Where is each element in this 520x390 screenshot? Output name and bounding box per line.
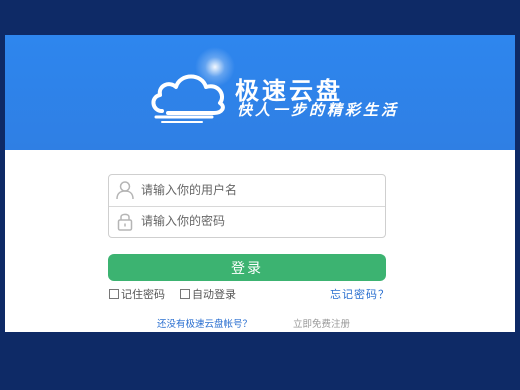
forgot-password-link[interactable]: 忘记密码？ [330, 286, 390, 302]
credentials-box [108, 174, 386, 238]
username-input[interactable] [141, 180, 377, 200]
user-icon [116, 181, 134, 200]
brand-slogan: 快人一步的精彩生活 [237, 101, 400, 119]
register-link[interactable]: 立即免费注册 [293, 316, 350, 330]
checkbox-icon [180, 289, 190, 299]
header-banner: 极速云盘 快人一步的精彩生活 [5, 35, 515, 150]
no-account-text: 还没有极速云盘帐号？ [157, 319, 253, 330]
auto-login-checkbox[interactable]: 自动登录 [180, 286, 236, 302]
lock-icon [117, 213, 133, 231]
login-panel: 极速云盘 快人一步的精彩生活 登录 记住密码 自动登录 忘记密码？ 还没有极速云… [5, 35, 515, 332]
username-row [109, 175, 385, 207]
checkbox-icon [109, 289, 119, 299]
password-row [109, 206, 385, 237]
password-input[interactable] [141, 211, 377, 231]
remember-password-label: 记住密码 [121, 288, 165, 301]
remember-password-checkbox[interactable]: 记住密码 [109, 286, 165, 302]
auto-login-label: 自动登录 [192, 288, 236, 301]
login-button[interactable]: 登录 [108, 254, 386, 281]
cloud-icon [151, 74, 225, 123]
